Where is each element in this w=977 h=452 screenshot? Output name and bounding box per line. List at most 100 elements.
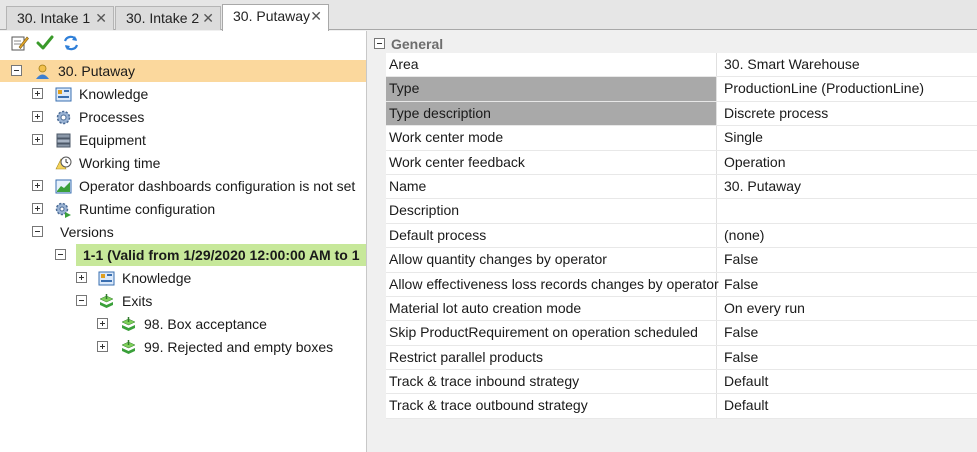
property-row[interactable]: Allow effectiveness loss records changes… xyxy=(386,272,977,297)
property-value[interactable]: On every run xyxy=(719,297,977,320)
tree-item-exits[interactable]: Exits xyxy=(0,290,366,312)
tree-item-label: Operator dashboards configuration is not… xyxy=(79,178,356,194)
collapse-icon[interactable] xyxy=(32,226,43,237)
expand-icon[interactable] xyxy=(32,203,43,214)
equipment-icon xyxy=(56,133,71,148)
expand-icon[interactable] xyxy=(32,111,43,122)
refresh-icon[interactable] xyxy=(62,34,80,52)
property-value[interactable]: Discrete process xyxy=(719,102,977,125)
property-row[interactable]: Skip ProductRequirement on operation sch… xyxy=(386,321,977,346)
property-name: Area xyxy=(386,53,717,77)
close-icon[interactable]: ✕ xyxy=(310,5,322,27)
expand-icon[interactable] xyxy=(32,88,43,99)
tree-item-runtime-configuration[interactable]: Runtime configuration xyxy=(0,198,366,220)
property-value[interactable]: False xyxy=(719,248,977,271)
collapse-icon[interactable] xyxy=(55,249,66,260)
collapse-icon[interactable] xyxy=(11,65,22,76)
knowledge-icon xyxy=(98,271,115,286)
tree-panel: 30. Putaway Knowledge Processes Equipmen… xyxy=(0,31,367,452)
runtime-config-icon xyxy=(55,202,71,218)
property-row[interactable]: Description xyxy=(386,199,977,224)
tree-item-version-knowledge[interactable]: Knowledge xyxy=(0,267,366,289)
property-row[interactable]: Area 30. Smart Warehouse xyxy=(386,53,977,78)
collapse-icon[interactable] xyxy=(374,38,385,49)
expand-icon[interactable] xyxy=(32,134,43,145)
tree-item-operator-dashboards[interactable]: Operator dashboards configuration is not… xyxy=(0,175,366,197)
property-row[interactable]: Default process (none) xyxy=(386,223,977,249)
property-value[interactable]: False xyxy=(719,321,977,344)
property-row[interactable]: Track & trace inbound strategy Default xyxy=(386,370,977,395)
property-value[interactable]: False xyxy=(719,346,977,369)
tree-item-label: 30. Putaway xyxy=(58,63,136,79)
property-row[interactable]: Type ProductionLine (ProductionLine) xyxy=(386,77,977,102)
property-name: Restrict parallel products xyxy=(386,345,717,370)
property-value[interactable]: (none) xyxy=(719,224,977,247)
expand-icon[interactable] xyxy=(97,318,108,329)
edit-icon[interactable] xyxy=(11,34,29,52)
property-row[interactable]: Type description Discrete process xyxy=(386,101,977,127)
exit-icon xyxy=(121,317,136,331)
tree-item-label: Exits xyxy=(122,293,153,309)
property-value[interactable]: Default xyxy=(719,394,977,417)
tree-item-equipment[interactable]: Equipment xyxy=(0,129,366,151)
expand-icon[interactable] xyxy=(97,341,108,352)
section-title: General xyxy=(391,36,444,52)
close-icon[interactable]: ✕ xyxy=(95,7,107,29)
property-name: Track & trace outbound strategy xyxy=(386,394,717,418)
tab-label: 30. Intake 2 xyxy=(126,10,200,26)
tree-item-label: Versions xyxy=(60,224,114,240)
property-row[interactable]: Restrict parallel products False xyxy=(386,345,977,371)
property-row[interactable]: Name 30. Putaway xyxy=(386,174,977,200)
tree-item-root[interactable]: 30. Putaway xyxy=(0,60,366,82)
property-row[interactable]: Material lot auto creation mode On every … xyxy=(386,296,977,322)
tab-label: 30. Intake 1 xyxy=(17,10,91,26)
tree-item-label: 1-1 (Valid from 1/29/2020 12:00:00 AM to… xyxy=(83,247,360,263)
tree-item-working-time[interactable]: Working time xyxy=(0,152,366,174)
tree-item-exit-rejected[interactable]: 99. Rejected and empty boxes xyxy=(0,336,366,358)
property-value[interactable]: Single xyxy=(719,126,977,149)
property-name: Work center feedback xyxy=(386,150,717,174)
property-value[interactable]: 30. Putaway xyxy=(719,175,977,198)
tree-item-label: Processes xyxy=(79,109,145,125)
property-name: Allow quantity changes by operator xyxy=(386,248,717,272)
property-value[interactable]: False xyxy=(719,273,977,296)
property-grid: Area 30. Smart Warehouse Type ProductionLin… xyxy=(386,53,977,419)
tree-item-label: Knowledge xyxy=(79,86,149,102)
property-value[interactable]: Operation xyxy=(719,151,977,174)
tree-item-label: 98. Box acceptance xyxy=(144,316,267,332)
collapse-icon[interactable] xyxy=(76,295,87,306)
tree-item-label: Working time xyxy=(79,155,161,171)
expand-icon[interactable] xyxy=(32,180,43,191)
tree-item-processes[interactable]: Processes xyxy=(0,106,366,128)
tree-item-label: Runtime configuration xyxy=(79,201,216,217)
knowledge-icon xyxy=(55,87,72,102)
tree-item-exit-box-acceptance[interactable]: 98. Box acceptance xyxy=(0,313,366,335)
tree-item-version[interactable]: 1-1 (Valid from 1/29/2020 12:00:00 AM to… xyxy=(0,244,366,266)
tree-item-knowledge[interactable]: Knowledge xyxy=(0,83,366,105)
expand-icon[interactable] xyxy=(76,272,87,283)
tab-putaway[interactable]: 30. Putaway ✕ xyxy=(222,4,329,31)
property-name: Default process xyxy=(386,223,717,248)
property-row[interactable]: Work center feedback Operation xyxy=(386,150,977,175)
property-value[interactable]: Default xyxy=(719,370,977,393)
property-row[interactable]: Work center mode Single xyxy=(386,126,977,151)
tab-label: 30. Putaway xyxy=(233,8,311,24)
property-name: Allow effectiveness loss records changes… xyxy=(386,272,719,296)
property-row[interactable]: Track & trace outbound strategy Default xyxy=(386,394,977,419)
tab-intake-2[interactable]: 30. Intake 2 ✕ xyxy=(115,6,221,30)
tree-toolbar xyxy=(0,31,366,57)
property-name: Skip ProductRequirement on operation sch… xyxy=(386,321,717,345)
property-value[interactable]: 30. Smart Warehouse xyxy=(719,53,977,76)
check-icon[interactable] xyxy=(36,34,54,52)
tab-intake-1[interactable]: 30. Intake 1 ✕ xyxy=(6,6,114,30)
close-icon[interactable]: ✕ xyxy=(202,7,214,29)
property-value[interactable]: ProductionLine (ProductionLine) xyxy=(719,77,977,100)
property-row[interactable]: Allow quantity changes by operator False xyxy=(386,248,977,273)
property-panel: General Area 30. Smart Warehouse Type Produ… xyxy=(370,31,977,452)
tree-item-versions[interactable]: Versions xyxy=(0,221,366,243)
property-name: Type xyxy=(386,77,717,101)
property-name: Track & trace inbound strategy xyxy=(386,370,717,394)
exits-icon xyxy=(99,294,114,308)
dashboard-icon xyxy=(55,179,72,194)
property-value[interactable] xyxy=(719,199,977,222)
